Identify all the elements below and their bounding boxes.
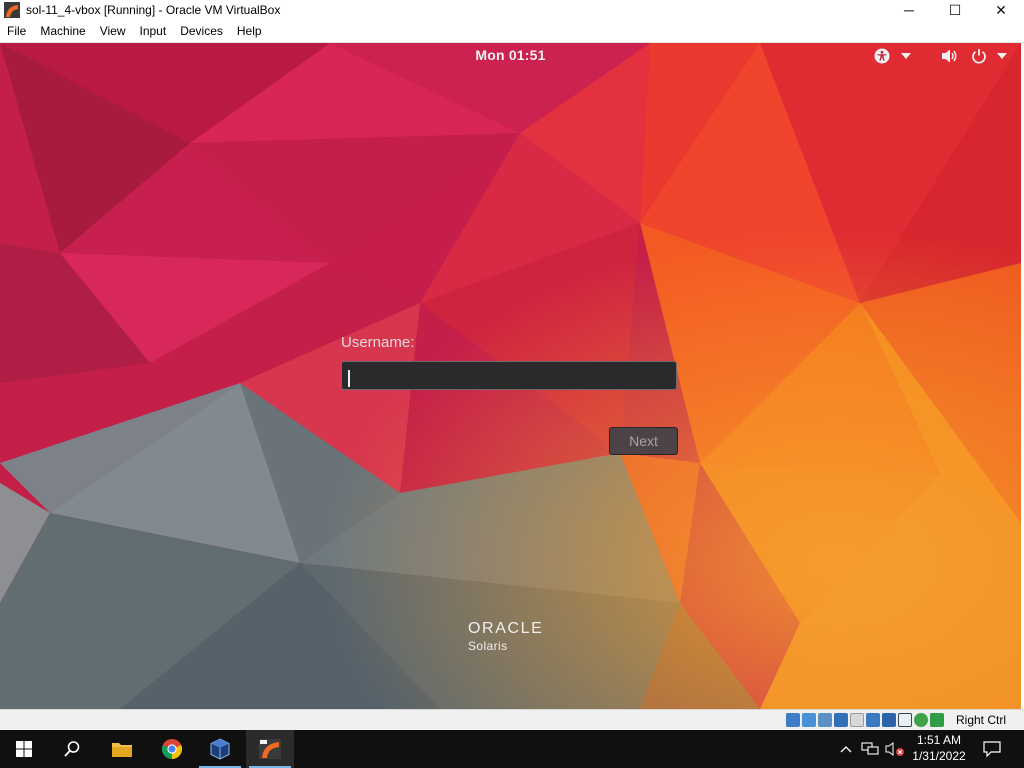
text-cursor: [348, 370, 350, 387]
dropdown-arrow-icon[interactable]: [899, 47, 913, 65]
menu-view[interactable]: View: [93, 20, 133, 43]
virtualbox-button[interactable]: [196, 730, 244, 768]
audio-icon[interactable]: [818, 713, 832, 727]
system-time: 1:51 AM: [916, 733, 962, 747]
menu-file[interactable]: File: [0, 20, 33, 43]
show-hidden-icons-button[interactable]: [838, 730, 854, 768]
chevron-up-icon: [840, 746, 852, 753]
file-explorer-button[interactable]: [98, 730, 146, 768]
file-explorer-icon: [112, 743, 132, 757]
optical-drive-icon[interactable]: [802, 713, 816, 727]
virtualbox-status-bar: Right Ctrl: [0, 709, 1024, 730]
notifications-button[interactable]: [980, 730, 1004, 768]
username-input[interactable]: [341, 361, 677, 390]
virtualbox-vm-icon: [4, 2, 20, 18]
solaris-vm-button[interactable]: [246, 730, 294, 768]
usb-icon[interactable]: [850, 713, 864, 727]
maximize-button[interactable]: ☐: [932, 0, 978, 20]
login-form: Username:: [341, 334, 681, 390]
menu-machine[interactable]: Machine: [33, 20, 92, 43]
hard-disk-icon[interactable]: [786, 713, 800, 727]
system-clock[interactable]: 1:51 AM 1/31/2022: [904, 732, 974, 764]
window-title: sol-11_4-vbox [Running] - Oracle VM Virt…: [26, 3, 281, 17]
vt-x-icon[interactable]: [914, 713, 928, 727]
windows-taskbar: 1:51 AM 1/31/2022: [0, 730, 1024, 768]
volume-icon[interactable]: [940, 47, 960, 65]
virtualbox-icon: [210, 738, 230, 760]
display-icon[interactable]: [882, 713, 896, 727]
network-tray-icon[interactable]: [860, 730, 880, 768]
menu-bar: File Machine View Input Devices Help: [0, 20, 1024, 43]
host-key-label: Right Ctrl: [956, 713, 1007, 727]
start-icon: [16, 741, 32, 757]
notification-icon: [983, 741, 1001, 757]
dropdown-arrow-icon[interactable]: [995, 47, 1009, 65]
guest-display[interactable]: Mon 01:51 Username: Next ORACLE Solaris: [0, 43, 1021, 709]
minimize-button[interactable]: ─: [886, 0, 932, 20]
search-icon: [64, 741, 80, 757]
guest-top-bar: Mon 01:51: [0, 43, 1021, 69]
accessibility-icon[interactable]: [873, 47, 891, 65]
next-button[interactable]: Next: [609, 427, 678, 455]
shared-folders-icon[interactable]: [866, 713, 880, 727]
network-icon[interactable]: [834, 713, 848, 727]
solaris-vm-icon: [259, 739, 281, 759]
window-title-bar: sol-11_4-vbox [Running] - Oracle VM Virt…: [0, 0, 1024, 20]
menu-devices[interactable]: Devices: [173, 20, 230, 43]
start-button[interactable]: [0, 730, 48, 768]
chrome-button[interactable]: [148, 730, 196, 768]
guest-clock[interactable]: Mon 01:51: [0, 47, 1021, 63]
menu-input[interactable]: Input: [133, 20, 174, 43]
menu-help[interactable]: Help: [230, 20, 269, 43]
system-date: 1/31/2022: [912, 749, 966, 763]
username-label: Username:: [341, 334, 415, 351]
volume-muted-tray-icon[interactable]: [884, 730, 906, 768]
power-icon[interactable]: [970, 47, 988, 65]
solaris-product-name: Solaris: [468, 639, 508, 653]
search-button[interactable]: [48, 730, 96, 768]
close-button[interactable]: ✕: [978, 0, 1024, 20]
oracle-solaris-logo: ORACLE Solaris: [468, 620, 543, 653]
recording-icon[interactable]: [898, 713, 912, 727]
chrome-icon: [161, 739, 183, 760]
oracle-brand: ORACLE: [468, 620, 544, 637]
cpu-icon[interactable]: [930, 713, 944, 727]
